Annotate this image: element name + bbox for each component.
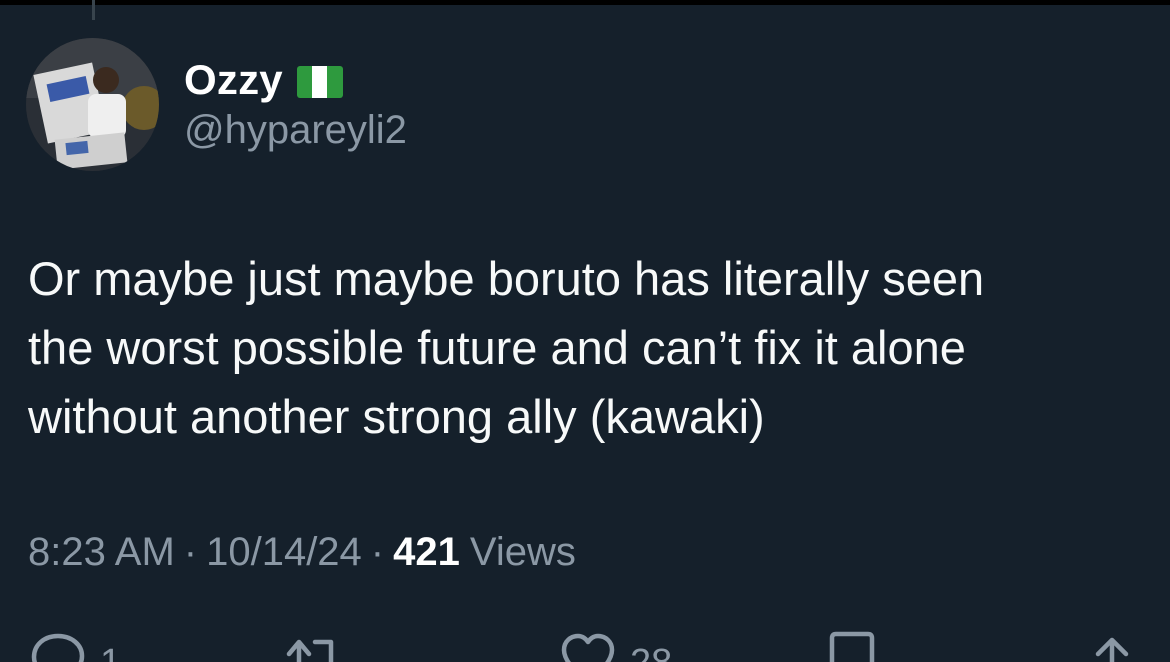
author-display-name[interactable]: Ozzy [184,56,283,104]
retweet-icon [286,639,334,662]
retweet-button[interactable] [285,628,345,662]
tweet-text: Or maybe just maybe boruto has literally… [28,252,985,443]
bookmark-button[interactable] [822,628,882,662]
meta-separator: · [370,530,385,574]
tweet-time[interactable]: 8:23 AM [28,530,175,575]
like-count: 28 [630,642,672,662]
share-icon [1095,637,1129,662]
reply-count: 1 [100,642,121,662]
nigeria-flag-icon [296,66,343,98]
meta-separator: · [183,530,198,574]
avatar-photo [26,38,159,171]
tweet-meta: 8:23 AM · 10/14/24 · 421 Views [28,530,576,575]
reply-icon [31,633,85,662]
author-name-row: Ozzy [184,52,343,108]
like-button[interactable]: 28 [558,628,672,662]
reply-button[interactable]: 1 [28,628,121,662]
bookmark-icon [829,631,875,662]
heart-icon [561,633,615,662]
share-button[interactable] [1082,628,1142,662]
tweet-date[interactable]: 10/14/24 [206,530,362,575]
top-divider [0,0,1170,5]
thread-connector-line [92,0,95,20]
avatar[interactable] [26,38,159,171]
author-handle[interactable]: @hypareyli2 [184,108,407,153]
views-count: 421 [393,530,460,574]
tweet-actions-bar: 1 28 [0,622,1170,662]
views-label: Views [469,530,576,574]
